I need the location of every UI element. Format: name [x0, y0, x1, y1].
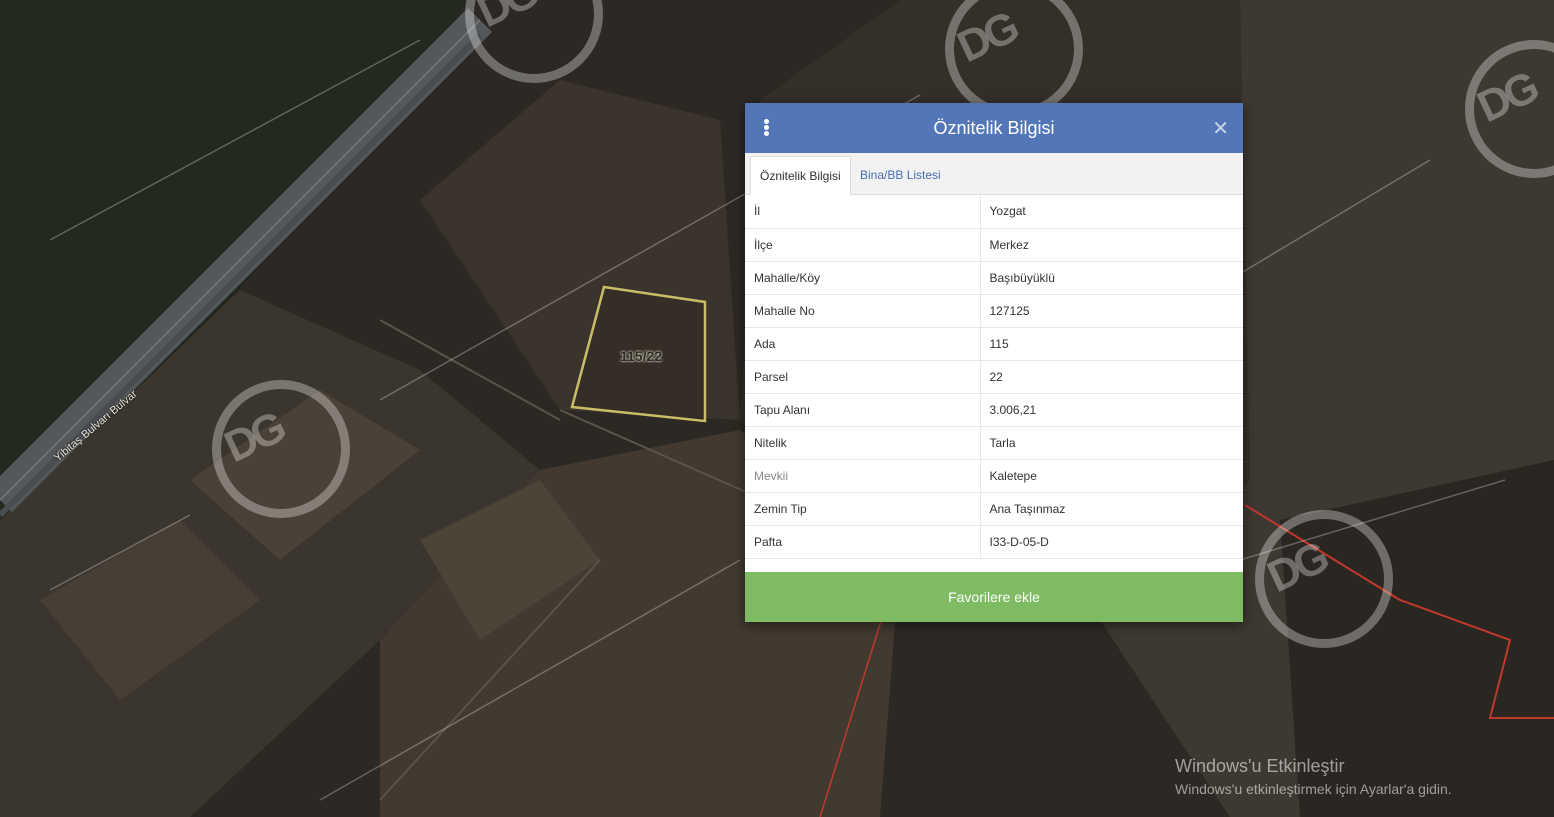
row-key: İl — [745, 195, 981, 229]
row-value: Tarla — [980, 426, 1243, 460]
row-value: 3.006,21 — [980, 393, 1243, 427]
watermark-logo: DG — [1255, 510, 1393, 648]
row-value: 22 — [980, 360, 1243, 394]
windows-activation-notice: Windows'u Etkinleştir Windows'u etkinleş… — [1175, 756, 1452, 797]
row-key: Tapu Alanı — [745, 393, 981, 427]
table-row: İlçe Merkez — [745, 228, 1243, 262]
table-row: Nitelik Tarla — [745, 426, 1243, 460]
row-key: Mahalle No — [745, 294, 981, 328]
windows-activation-title: Windows'u Etkinleştir — [1175, 756, 1345, 776]
row-key: Ada — [745, 327, 981, 361]
row-value: Kaletepe — [980, 459, 1243, 493]
row-key: Mahalle/Köy — [745, 261, 981, 295]
row-value: Yozgat — [980, 195, 1243, 229]
close-icon[interactable]: ✕ — [1212, 116, 1229, 141]
table-row: Tapu Alanı 3.006,21 — [745, 393, 1243, 427]
row-key: İlçe — [745, 228, 981, 262]
panel-title: Öznitelik Bilgisi — [933, 117, 1055, 138]
row-value: I33-D-05-D — [980, 525, 1243, 559]
row-key: Zemin Tip — [745, 492, 981, 526]
row-key: Pafta — [745, 525, 981, 559]
table-row: Ada 115 — [745, 327, 1243, 361]
tab-attribute-info[interactable]: Öznitelik Bilgisi — [750, 156, 851, 195]
watermark-logo: DG — [212, 380, 350, 518]
attribute-table: İl Yozgat İlçe Merkez Mahalle/Köy Başıbüyük… — [745, 195, 1243, 559]
row-key: Nitelik — [745, 426, 981, 460]
table-row: Mahalle/Köy Başıbüyüklü — [745, 261, 1243, 295]
vertical-ellipsis-icon[interactable] — [763, 119, 771, 137]
table-row: Pafta I33-D-05-D — [745, 525, 1243, 559]
row-key: Parsel — [745, 360, 981, 394]
table-row: İl Yozgat — [745, 195, 1243, 229]
table-row: Parsel 22 — [745, 360, 1243, 394]
row-key: Mevkii — [745, 459, 981, 493]
tab-bar: Öznitelik Bilgisi Bina/BB Listesi — [745, 153, 1243, 195]
windows-activation-subtitle: Windows'u etkinleştirmek için Ayarlar'a … — [1175, 781, 1452, 797]
row-value: 115 — [980, 327, 1243, 361]
row-value: Ana Taşınmaz — [980, 492, 1243, 526]
table-row: Mahalle No 127125 — [745, 294, 1243, 328]
attribute-info-panel: Öznitelik Bilgisi ✕ Öznitelik Bilgisi Bi… — [745, 103, 1243, 622]
row-value: 127125 — [980, 294, 1243, 328]
table-row: Zemin Tip Ana Taşınmaz — [745, 492, 1243, 526]
table-row: Mevkii Kaletepe — [745, 459, 1243, 493]
parcel-label[interactable]: 115/22 — [620, 348, 662, 364]
row-value: Başıbüyüklü — [980, 261, 1243, 295]
row-value: Merkez — [980, 228, 1243, 262]
panel-header: Öznitelik Bilgisi ✕ — [745, 103, 1243, 153]
tab-building-list[interactable]: Bina/BB Listesi — [851, 156, 950, 195]
add-to-favorites-button[interactable]: Favorilere ekle — [745, 572, 1243, 622]
